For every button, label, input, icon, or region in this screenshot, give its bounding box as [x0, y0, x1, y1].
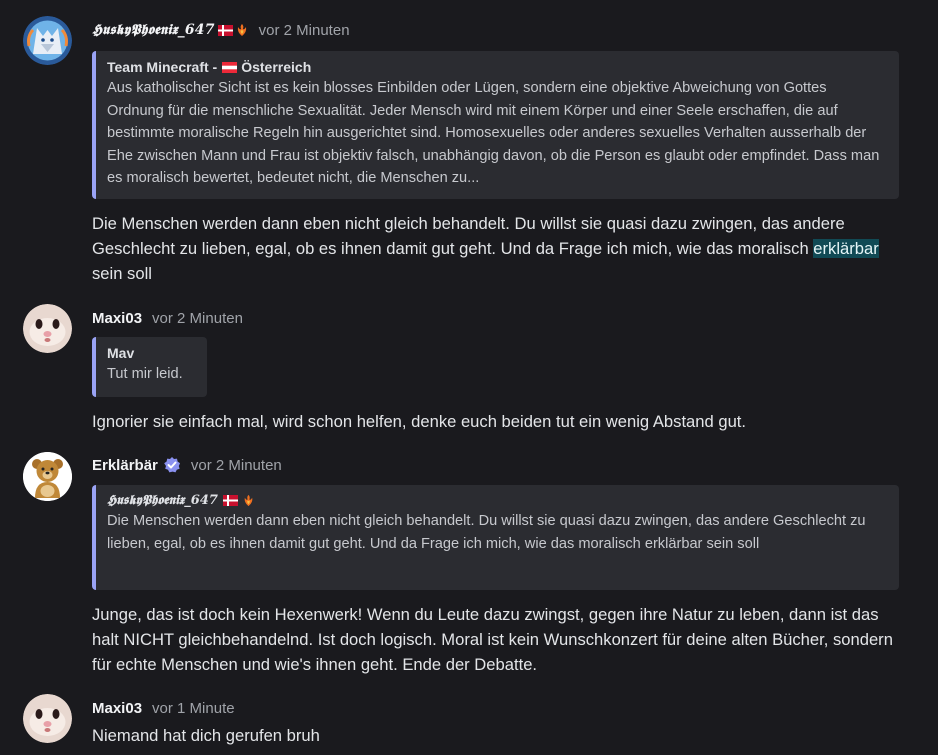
reply-author-name: Team Minecraft - — [107, 59, 218, 75]
denmark-flag-icon — [222, 495, 238, 506]
reply-text: Die Menschen werden dann eben nicht glei… — [107, 513, 866, 552]
reply-text: Tut mir leid. — [107, 366, 183, 382]
message-text-part: sein soll — [92, 264, 152, 283]
reply-quote[interactable]: Mav Tut mir leid. — [92, 337, 207, 397]
username[interactable]: Maxi03 — [92, 700, 142, 717]
message-text: Ignorier sie einfach mal, wird schon hel… — [92, 412, 747, 431]
message-text: Niemand hat dich gerufen bruh — [92, 726, 320, 745]
avatar-bear[interactable] — [23, 452, 72, 501]
avatar-wolf[interactable] — [23, 16, 72, 65]
timestamp: vor 2 Minuten — [152, 309, 243, 327]
reply-author: 𝕳𝖚𝖘𝖐𝖞𝕻𝖍𝖔𝖊𝖓𝖎𝖝_647 — [107, 493, 887, 508]
timestamp: vor 2 Minuten — [190, 456, 282, 474]
reply-quote[interactable]: 𝕳𝖚𝖘𝖐𝖞𝕻𝖍𝖔𝖊𝖓𝖎𝖝_647 Die Menschen werden dan… — [92, 485, 899, 590]
reply-text: Aus katholischer Sicht ist es kein bloss… — [107, 80, 880, 186]
reply-quote[interactable]: Team Minecraft - Österreich Aus katholis… — [92, 51, 899, 199]
username[interactable]: 𝕳𝖚𝖘𝖐𝖞𝕻𝖍𝖔𝖊𝖓𝖎𝖝_647 — [92, 22, 215, 38]
message-text: Die Menschen werden dann eben nicht glei… — [92, 211, 907, 286]
reply-author-suffix: Österreich — [241, 59, 312, 75]
avatar-cat[interactable] — [23, 694, 72, 743]
message-header: Erklärbär vor 2 Minuten — [92, 455, 282, 475]
timestamp: vor 2 Minuten — [258, 21, 350, 39]
message-text: Junge, das ist doch kein Hexenwerk! Wenn… — [92, 605, 893, 674]
denmark-flag-icon — [217, 24, 233, 36]
search-highlight: erklärbar — [813, 239, 879, 258]
reply-author-name: 𝕳𝖚𝖘𝖐𝖞𝕻𝖍𝖔𝖊𝖓𝖎𝖝_647 — [107, 493, 218, 508]
message-header: Maxi03 vor 2 Minuten — [92, 308, 243, 328]
phoenix-icon — [244, 494, 253, 507]
message-header: Maxi03 vor 1 Minute — [92, 698, 235, 718]
username[interactable]: Erklärbär — [92, 457, 158, 474]
timestamp: vor 1 Minute — [152, 699, 235, 717]
username[interactable]: Maxi03 — [92, 310, 142, 327]
phoenix-icon — [237, 24, 246, 36]
avatar-cat[interactable] — [23, 304, 72, 353]
reply-author: Mav — [107, 345, 195, 361]
message-text-part: Die Menschen werden dann eben nicht glei… — [92, 214, 845, 258]
verified-badge-icon — [164, 457, 180, 473]
austria-flag-icon — [222, 61, 238, 73]
reply-author: Team Minecraft - Österreich — [107, 59, 887, 75]
reply-author-name: Mav — [107, 345, 135, 361]
message-header: 𝕳𝖚𝖘𝖐𝖞𝕻𝖍𝖔𝖊𝖓𝖎𝖝_647 vor 2 Minuten — [92, 20, 350, 40]
